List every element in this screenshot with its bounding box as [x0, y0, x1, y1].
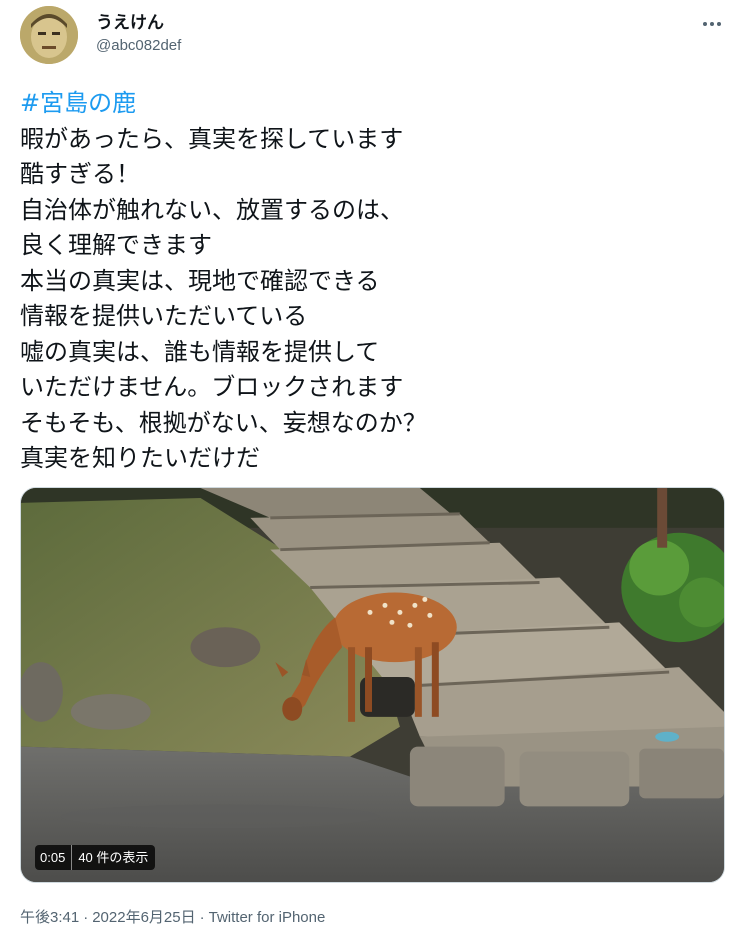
video-duration: 0:05: [35, 845, 73, 870]
tweet-line: 酷すぎる！: [20, 160, 140, 188]
tweet-line: 真実を知りたいだけだ: [20, 444, 260, 472]
author-names[interactable]: うえけん @abc082def: [96, 12, 181, 56]
hashtag-link[interactable]: #宮島の鹿: [20, 86, 720, 122]
tweet-line: 情報を提供いただいている: [20, 302, 308, 330]
video-info-badge: 0:05 40 件の表示: [35, 845, 156, 870]
tweet-line: いただけません。ブロックされます: [20, 373, 404, 401]
tweet-date[interactable]: 2022年6月25日: [92, 909, 195, 926]
tweet-line: 自治体が触れない、放置するのは、: [20, 195, 404, 224]
meta-separator: ·: [83, 909, 89, 926]
tweet-meta: 午後3:41 · 2022年6月25日 · Twitter for iPhone: [20, 906, 325, 927]
tweet-line: 暇があったら、真実を探しています: [20, 124, 404, 153]
avatar[interactable]: [20, 6, 78, 64]
user-handle[interactable]: @abc082def: [96, 36, 181, 56]
video-player[interactable]: 0:05 40 件の表示: [20, 487, 725, 883]
meta-separator: ·: [199, 909, 205, 926]
video-thumbnail: [21, 488, 724, 882]
tweet-line: 良く理解できます: [20, 231, 212, 259]
display-name[interactable]: うえけん: [96, 12, 181, 34]
tweet-line: 本当の真実は、現地で確認できる: [20, 266, 380, 295]
tweet-source-link[interactable]: Twitter for iPhone: [209, 909, 326, 926]
view-count: 40 件の表示: [78, 850, 149, 865]
tweet-header: うえけん @abc082def: [20, 6, 730, 64]
tweet-line: そもそも、根拠がない、妄想なのか？: [20, 408, 427, 437]
tweet-time[interactable]: 午後3:41: [20, 909, 79, 926]
tweet-line: 嘘の真実は、誰も情報を提供して: [20, 337, 380, 366]
more-horizontal-icon[interactable]: [698, 14, 726, 34]
tweet-text: #宮島の鹿 暇があったら、真実を探しています 酷すぎる！ 自治体が触れない、放置…: [20, 86, 720, 477]
